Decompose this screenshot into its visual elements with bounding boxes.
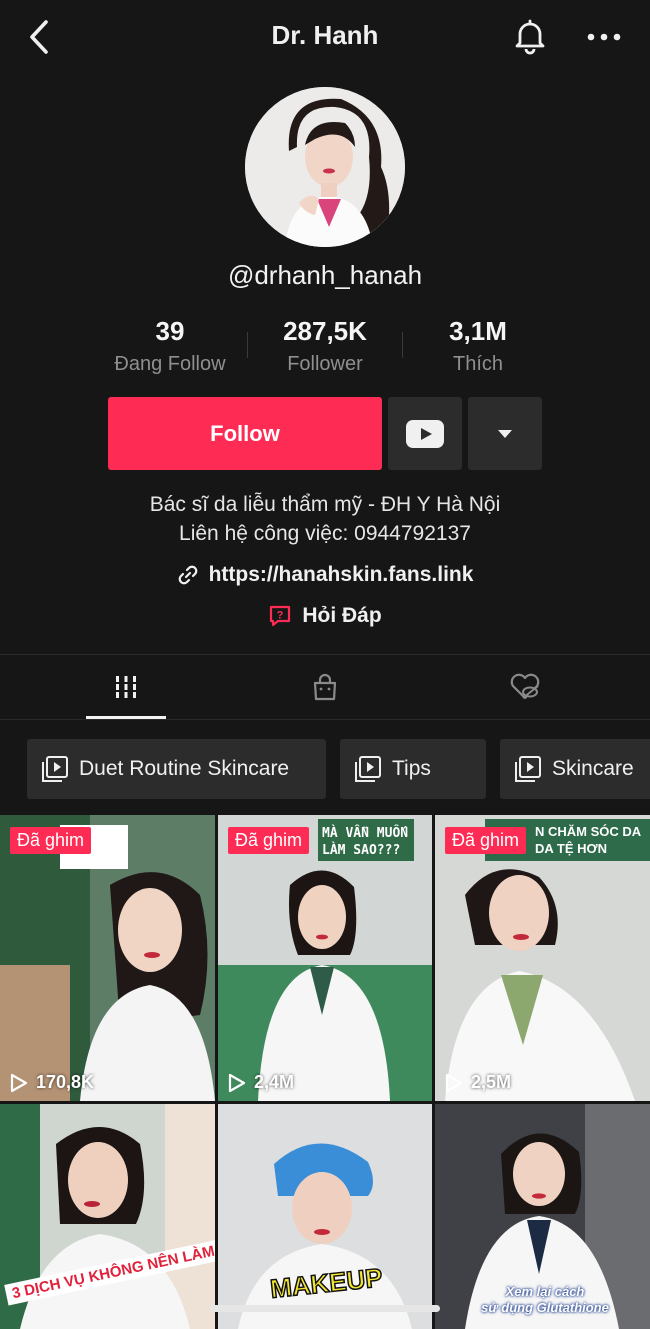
video-grid: Đã ghim 170,8K Đã ghim MÀ VẪN MUỐN LÀM S… <box>0 815 650 1329</box>
playlist-chip[interactable]: Tips <box>340 739 486 799</box>
suggested-accounts-button[interactable] <box>468 397 542 470</box>
stat-followers-label: Follower <box>287 353 363 375</box>
youtube-button[interactable] <box>388 397 462 470</box>
play-icon <box>445 1073 463 1092</box>
video-thumbnail[interactable]: MAKEUP <box>218 1104 432 1329</box>
video-caption-overlay: MÀ VẪN MUỐN LÀM SAO??? <box>322 826 409 858</box>
page-title: Dr. Hanh <box>271 20 379 50</box>
stat-followers[interactable]: 287,5K Follower <box>250 316 400 376</box>
stat-likes-value: 3,1M <box>449 316 507 346</box>
playlist-row: Duet Routine Skincare Tips Skincare <box>0 739 650 799</box>
tab-shop[interactable] <box>285 662 365 712</box>
play-icon <box>10 1073 28 1092</box>
video-caption-overlay: Xem lại cách sử dụng Glutathione <box>481 1284 609 1315</box>
playlist-chip[interactable]: Skincare <box>500 739 650 799</box>
avatar[interactable] <box>245 87 405 247</box>
view-count-text: 2,5M <box>471 1072 512 1092</box>
question-chat-icon: ? <box>270 605 291 627</box>
pinned-badge: Đã ghim <box>10 827 92 854</box>
stat-followers-value: 287,5K <box>283 316 367 346</box>
follow-button[interactable]: Follow <box>108 397 382 470</box>
video-thumbnail[interactable]: 3 DỊCH VỤ KHÔNG NÊN LÀM <box>0 1104 215 1329</box>
stat-divider <box>247 332 248 358</box>
playlist-label: Skincare <box>552 757 634 780</box>
pinned-badge: Đã ghim <box>445 827 527 854</box>
caret-down-icon <box>498 429 512 438</box>
bio-line: Liên hệ công việc: 0944792137 <box>179 522 471 545</box>
hidden-heart-icon <box>510 673 540 700</box>
username: @drhanh_hanah <box>227 260 423 290</box>
top-bar: Dr. Hanh <box>0 0 650 74</box>
stat-following[interactable]: 39 Đang Follow <box>95 316 245 376</box>
playlist-label: Duet Routine Skincare <box>79 757 290 780</box>
pinned-badge: Đã ghim <box>228 827 310 854</box>
shopping-bag-icon <box>313 673 337 701</box>
stat-following-value: 39 <box>155 316 185 346</box>
video-thumbnail[interactable]: Đã ghim MÀ VẪN MUỐN LÀM SAO??? 2,4M <box>218 815 432 1101</box>
view-count-text: 2,4M <box>254 1072 295 1092</box>
video-thumbnail[interactable]: Đã ghim N CHĂM SÓC DA DA TỆ HƠN 2,5M <box>435 815 650 1101</box>
bell-icon[interactable] <box>510 16 550 56</box>
play-icon <box>228 1073 246 1092</box>
profile-stats: 39 Đang Follow 287,5K Follower 3,1M Thíc… <box>95 316 555 380</box>
playlist-label: Tips <box>392 757 431 780</box>
video-caption-overlay: N CHĂM SÓC DA DA TỆ HƠN <box>535 824 642 856</box>
youtube-icon <box>406 419 444 448</box>
playlist-icon <box>42 756 68 782</box>
stat-following-label: Đang Follow <box>114 353 226 375</box>
qa-label: Hỏi Đáp <box>302 604 382 627</box>
view-count: 2,5M <box>445 1072 511 1093</box>
profile-link[interactable]: https://hanahskin.fans.link <box>0 563 650 587</box>
divider <box>0 654 650 655</box>
stat-likes-label: Thích <box>452 353 504 375</box>
divider <box>0 719 650 720</box>
more-options-icon[interactable] <box>584 22 624 52</box>
view-count-text: 170,8K <box>36 1072 95 1092</box>
tab-videos[interactable] <box>86 662 166 712</box>
bio-line: Bác sĩ da liễu thẩm mỹ - ĐH Y Hà Nội <box>149 493 501 516</box>
profile-link-text: https://hanahskin.fans.link <box>208 563 474 586</box>
tab-liked[interactable] <box>485 662 565 712</box>
stat-likes[interactable]: 3,1M Thích <box>403 316 553 376</box>
qa-link[interactable]: ? Hỏi Đáp <box>0 604 650 628</box>
video-thumbnail[interactable]: Đã ghim 170,8K <box>0 815 215 1101</box>
playlist-chip[interactable]: Duet Routine Skincare <box>27 739 326 799</box>
bio: Bác sĩ da liễu thẩm mỹ - ĐH Y Hà Nội Liê… <box>0 490 650 548</box>
view-count: 170,8K <box>10 1072 94 1093</box>
svg-text:?: ? <box>277 610 284 622</box>
link-icon <box>178 565 197 585</box>
playlist-icon <box>355 756 381 782</box>
grid-icon <box>116 676 136 698</box>
home-indicator <box>210 1305 440 1312</box>
playlist-icon <box>515 756 541 782</box>
view-count: 2,4M <box>228 1072 294 1093</box>
video-thumbnail[interactable]: Xem lại cách sử dụng Glutathione <box>435 1104 650 1329</box>
